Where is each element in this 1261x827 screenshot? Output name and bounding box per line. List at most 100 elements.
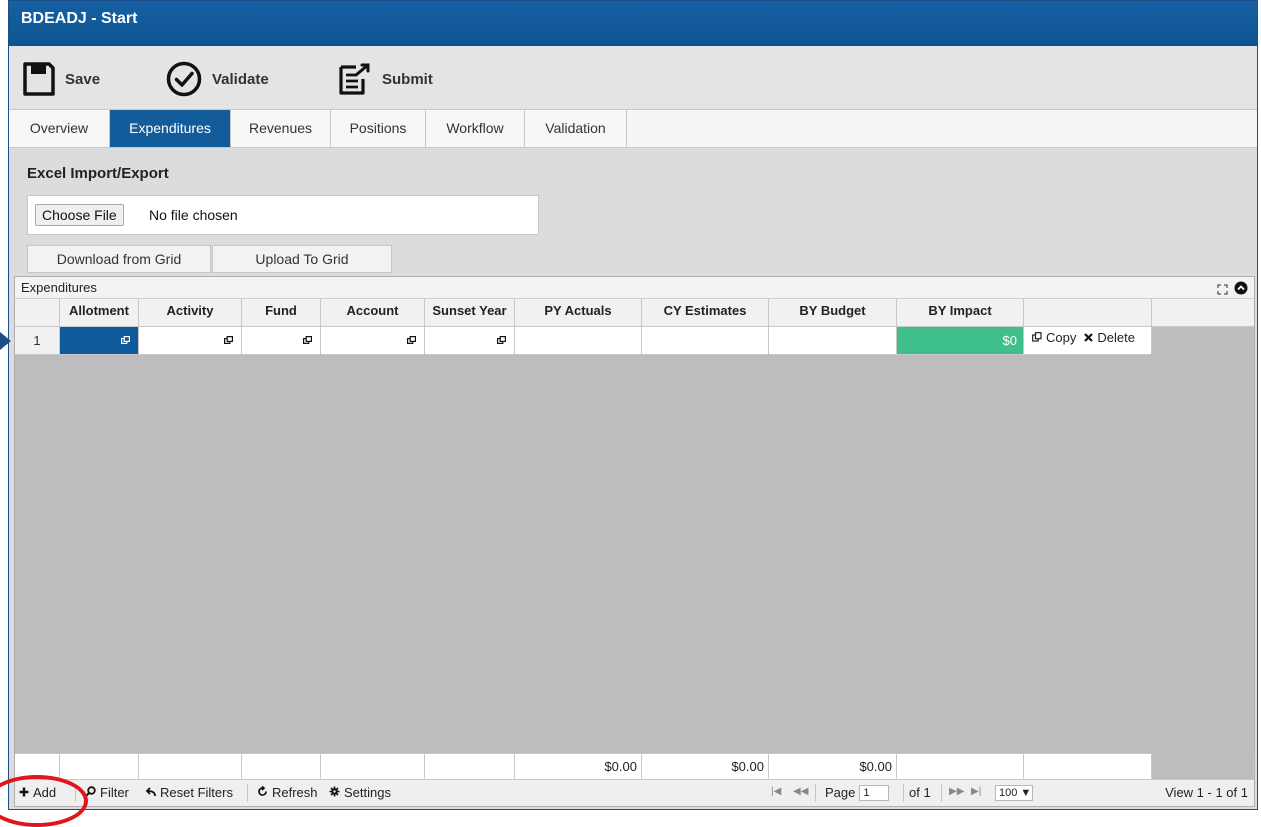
total-by-budget: $0.00 [769,753,897,779]
page-total-label: of 1 [909,785,931,800]
page-label: Page [825,785,856,800]
row-number: 1 [15,327,60,355]
grid-caption: Expenditures [15,277,1254,299]
file-status: No file chosen [149,207,238,223]
header-py-actuals[interactable]: PY Actuals [515,299,642,326]
totals-row: $0.00 $0.00 $0.00 [15,753,1254,779]
lookup-icon[interactable] [407,336,416,344]
header-fund[interactable]: Fund [242,299,321,326]
allotment-cell[interactable] [60,327,139,355]
save-button[interactable]: Save [23,59,100,99]
header-by-impact[interactable]: BY Impact [897,299,1024,326]
page-control: Page 1 [825,785,890,801]
save-label: Save [65,70,101,88]
validate-button[interactable]: Validate [166,59,269,99]
activity-cell[interactable] [139,327,242,355]
toolbar: Save Validate Submit [9,46,1257,110]
rows-per-page: 100 ▼ [995,785,1033,801]
dropdown-arrow-icon: ▼ [1020,787,1032,799]
copy-link[interactable]: Copy [1046,327,1076,349]
table-row: 1 $0 Copy Delete [15,327,1254,355]
page-number-input[interactable]: 1 [859,785,890,801]
filter-label: Filter [100,785,129,800]
lookup-icon[interactable] [121,336,130,344]
header-activity[interactable]: Activity [139,299,242,326]
refresh-label: Refresh [272,785,318,800]
by-impact-cell: $0 [897,327,1024,355]
grid-pager: Add Filter Reset Filters Refresh Setting… [15,779,1254,806]
first-page-icon[interactable]: |◀ [771,786,781,797]
submit-label: Submit [382,70,433,88]
grid-title: Expenditures [21,280,97,295]
row-actions-cell: Copy Delete [1024,327,1152,355]
header-sunset-year[interactable]: Sunset Year [425,299,515,326]
annotation-arrow [0,332,11,350]
gear-icon [329,785,340,801]
tab-positions[interactable]: Positions [331,110,426,147]
tab-revenues[interactable]: Revenues [231,110,331,147]
grid-header: Allotment Activity Fund Account Sunset Y… [15,299,1254,327]
delete-icon[interactable] [1084,327,1094,349]
reset-filters-button[interactable]: Reset Filters [145,785,233,801]
refresh-icon [257,785,268,801]
header-actions [1024,299,1152,326]
totals-blank [425,753,515,779]
lookup-icon[interactable] [497,336,506,344]
filter-button[interactable]: Filter [85,785,129,801]
totals-blank [60,753,139,779]
prev-page-icon[interactable]: ◀◀ [793,786,808,797]
excel-import-export-title: Excel Import/Export [27,165,169,182]
totals-filler [1152,753,1254,779]
totals-blank [139,753,242,779]
choose-file-button[interactable]: Choose File [35,204,124,226]
expenditures-grid: Expenditures Allotment Activity Fund Acc… [14,276,1255,807]
totals-blank [1024,753,1152,779]
fund-cell[interactable] [242,327,321,355]
download-from-grid-button[interactable]: Download from Grid [27,245,211,273]
undo-icon [145,785,156,801]
header-account[interactable]: Account [321,299,425,326]
total-cy-estimates: $0.00 [642,753,769,779]
header-rownum [15,299,60,326]
tab-overview[interactable]: Overview [9,110,110,147]
cy-estimates-cell[interactable] [642,327,769,355]
rows-per-page-select[interactable]: 100 ▼ [995,785,1033,801]
totals-blank [242,753,321,779]
tab-bar: Overview Expenditures Revenues Positions… [9,110,1257,148]
reset-filters-label: Reset Filters [160,785,233,800]
account-cell[interactable] [321,327,425,355]
delete-link[interactable]: Delete [1097,327,1135,349]
lookup-icon[interactable] [224,336,233,344]
page-total: of 1 [909,785,931,801]
save-icon [23,62,55,96]
settings-label: Settings [344,785,391,800]
window-title: BDEADJ - Start [9,1,1257,46]
header-by-budget[interactable]: BY Budget [769,299,897,326]
totals-blank [897,753,1024,779]
header-cy-estimates[interactable]: CY Estimates [642,299,769,326]
next-page-icon[interactable]: ▶▶ [949,786,964,797]
total-py-actuals: $0.00 [515,753,642,779]
view-records-label: View 1 - 1 of 1 [1165,785,1248,800]
submit-button[interactable]: Submit [338,59,433,99]
tab-validation[interactable]: Validation [525,110,627,147]
lookup-icon[interactable] [303,336,312,344]
file-input[interactable]: Choose File No file chosen [27,195,539,235]
header-allotment[interactable]: Allotment [60,299,139,326]
view-records: View 1 - 1 of 1 [1165,785,1248,801]
sunset-year-cell[interactable] [425,327,515,355]
totals-blank [321,753,425,779]
refresh-button[interactable]: Refresh [257,785,318,801]
copy-icon[interactable] [1032,327,1042,349]
settings-button[interactable]: Settings [329,785,391,801]
submit-icon [338,62,372,96]
py-actuals-cell[interactable] [515,327,642,355]
annotation-circle-add [0,775,88,827]
validate-label: Validate [212,70,269,88]
upload-to-grid-button[interactable]: Upload To Grid [212,245,392,273]
by-budget-cell[interactable] [769,327,897,355]
tab-expenditures[interactable]: Expenditures [110,110,231,147]
last-page-icon[interactable]: ▶| [971,786,981,797]
tab-workflow[interactable]: Workflow [426,110,525,147]
check-circle-icon [166,61,202,97]
